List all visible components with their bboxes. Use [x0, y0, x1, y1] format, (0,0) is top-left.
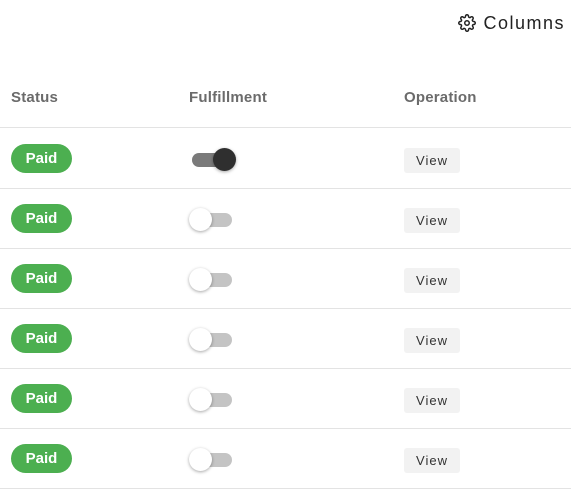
- fulfillment-toggle[interactable]: [189, 387, 239, 413]
- toggle-knob: [189, 268, 212, 291]
- table-row: Paid View: [0, 129, 571, 189]
- toggle-knob: [189, 328, 212, 351]
- column-header-fulfillment[interactable]: Fulfillment: [189, 89, 267, 106]
- table-row: Paid View: [0, 309, 571, 369]
- toggle-knob: [213, 148, 236, 171]
- columns-button[interactable]: Columns: [458, 11, 565, 35]
- toggle-knob: [189, 388, 212, 411]
- view-button[interactable]: View: [404, 388, 460, 413]
- status-badge: Paid: [11, 144, 72, 173]
- fulfillment-toggle[interactable]: [189, 447, 239, 473]
- status-badge: Paid: [11, 444, 72, 473]
- status-badge: Paid: [11, 204, 72, 233]
- status-badge: Paid: [11, 384, 72, 413]
- fulfillment-toggle[interactable]: [189, 267, 239, 293]
- status-badge: Paid: [11, 264, 72, 293]
- view-button[interactable]: View: [404, 148, 460, 173]
- table-row: Paid View: [0, 429, 571, 489]
- gear-icon: [458, 14, 477, 32]
- columns-label: Columns: [483, 12, 565, 33]
- column-header-status[interactable]: Status: [11, 89, 58, 106]
- table-header: Status Fulfillment Operation: [0, 68, 571, 128]
- table-body: Paid View Paid View Paid View Paid View …: [0, 129, 571, 489]
- view-button[interactable]: View: [404, 268, 460, 293]
- status-badge: Paid: [11, 324, 72, 353]
- view-button[interactable]: View: [404, 208, 460, 233]
- table-row: Paid View: [0, 189, 571, 249]
- toggle-knob: [189, 208, 212, 231]
- view-button[interactable]: View: [404, 448, 460, 473]
- column-header-operation[interactable]: Operation: [404, 89, 477, 106]
- table-row: Paid View: [0, 249, 571, 309]
- table-row: Paid View: [0, 369, 571, 429]
- fulfillment-toggle[interactable]: [189, 207, 239, 233]
- view-button[interactable]: View: [404, 328, 460, 353]
- fulfillment-toggle[interactable]: [189, 147, 239, 173]
- toggle-knob: [189, 448, 212, 471]
- fulfillment-toggle[interactable]: [189, 327, 239, 353]
- page: Columns Status Fulfillment Operation Pai…: [0, 0, 571, 493]
